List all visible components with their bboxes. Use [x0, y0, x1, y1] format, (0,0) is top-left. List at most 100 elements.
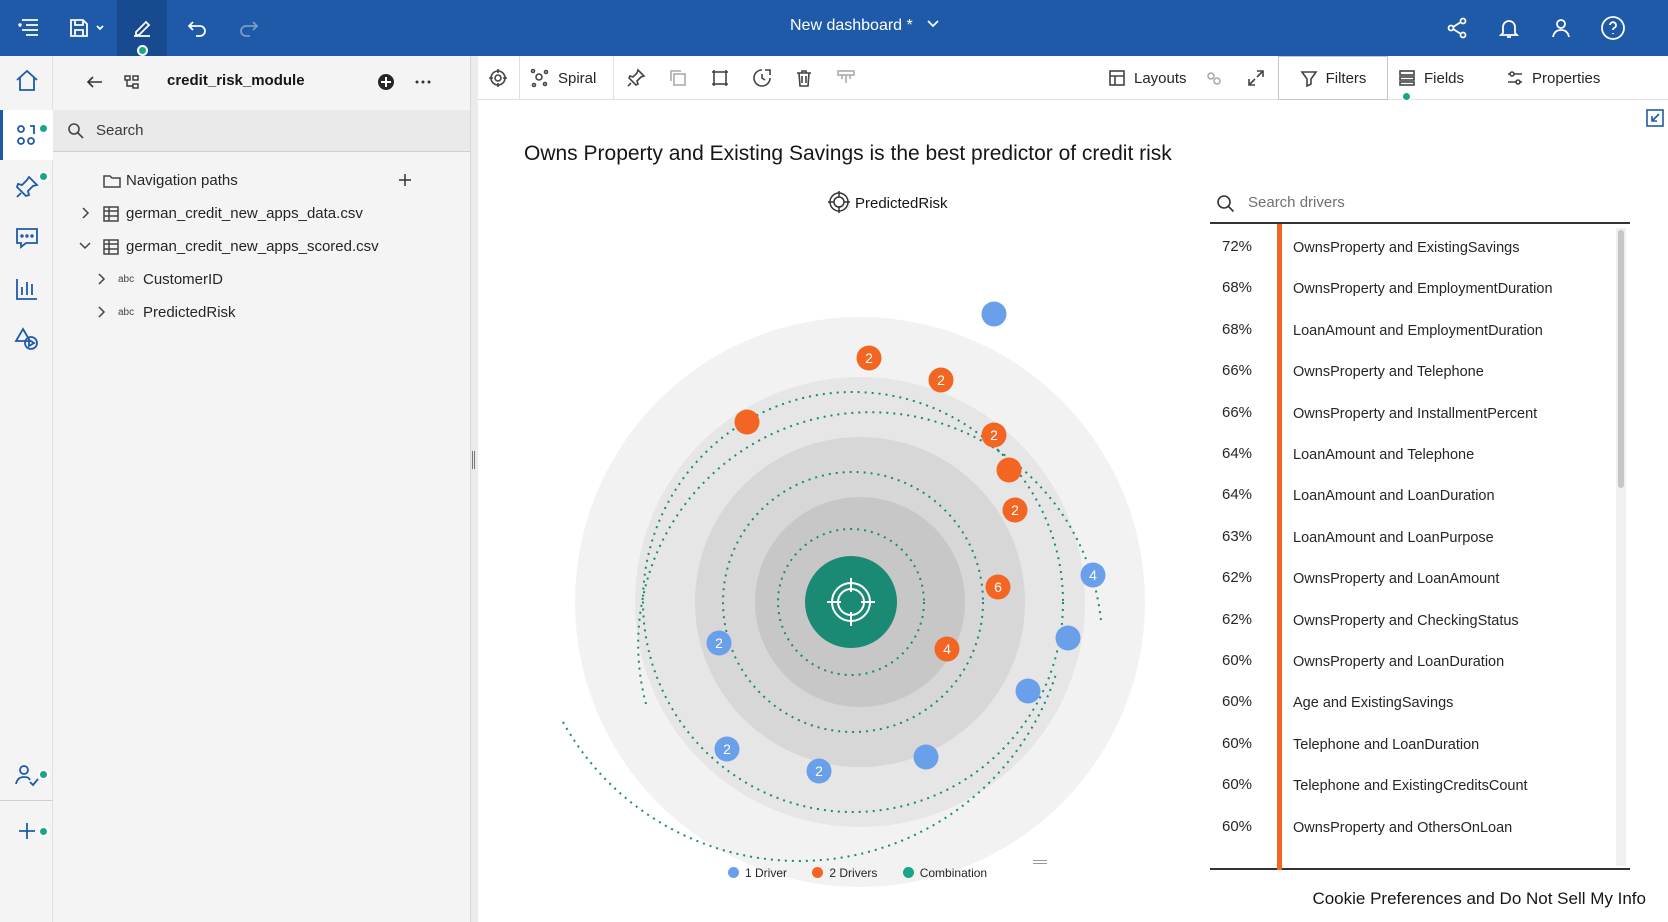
- legend-item-two-drivers[interactable]: 2 Drivers: [812, 866, 877, 880]
- driver-node-label: 2: [990, 427, 998, 443]
- driver-node[interactable]: 2: [981, 422, 1007, 448]
- help-icon[interactable]: [1588, 0, 1638, 56]
- driver-node[interactable]: [734, 409, 760, 435]
- redo-icon[interactable]: [224, 0, 274, 56]
- driver-name: OwnsProperty and LoanAmount: [1293, 571, 1500, 588]
- driver-row[interactable]: 72% OwnsProperty and ExistingSavings: [1210, 226, 1610, 270]
- driver-node[interactable]: 2: [928, 367, 954, 393]
- drag-handle-icon[interactable]: [472, 451, 475, 469]
- pin-icon[interactable]: [626, 56, 646, 100]
- visualization-type-icon[interactable]: [488, 56, 508, 100]
- cookie-preferences-link[interactable]: Cookie Preferences and Do Not Sell My In…: [1304, 889, 1646, 909]
- data-sources-icon[interactable]: [0, 110, 53, 160]
- driver-row[interactable]: 64% LoanAmount and Telephone: [1210, 433, 1610, 477]
- connect-icon[interactable]: [1204, 56, 1224, 100]
- drivers-list-panel: Search drivers 72% OwnsProperty and Exist…: [1210, 184, 1630, 914]
- fields-icon: [1399, 70, 1415, 86]
- drivers-scroll-thumb[interactable]: [1618, 230, 1624, 488]
- driver-node[interactable]: 2: [714, 736, 740, 762]
- overflow-menu-icon[interactable]: [413, 72, 433, 92]
- tree-item-table[interactable]: german_credit_new_apps_scored.csv: [53, 230, 470, 264]
- tree-item-navigation-paths[interactable]: Navigation paths: [53, 164, 470, 198]
- plus-icon[interactable]: [397, 172, 413, 188]
- visualization-switcher[interactable]: Spiral: [530, 56, 596, 100]
- driver-node[interactable]: [1015, 678, 1041, 704]
- driver-node[interactable]: 6: [985, 574, 1011, 600]
- undo-icon[interactable]: [172, 0, 222, 56]
- driver-node[interactable]: [996, 457, 1022, 483]
- driver-row[interactable]: 60% Age and ExistingSavings: [1210, 681, 1610, 725]
- dashboard-title[interactable]: New dashboard *: [790, 17, 941, 35]
- driver-node[interactable]: [1055, 625, 1081, 651]
- snapshot-icon[interactable]: [752, 56, 772, 100]
- share-icon[interactable]: [1432, 0, 1482, 56]
- driver-percent: 60%: [1222, 734, 1253, 752]
- driver-row[interactable]: 60% Telephone and LoanDuration: [1210, 723, 1610, 767]
- driver-node[interactable]: 2: [706, 630, 732, 656]
- driver-name: OwnsProperty and Telephone: [1293, 364, 1484, 381]
- driver-node[interactable]: 4: [1080, 562, 1106, 588]
- target-node[interactable]: [805, 556, 897, 648]
- driver-percent: 60%: [1222, 652, 1253, 669]
- driver-node[interactable]: [981, 301, 1007, 327]
- comment-icon[interactable]: [0, 213, 53, 263]
- tree-item-column[interactable]: abc PredictedRisk: [53, 296, 470, 330]
- select-frame-icon[interactable]: [710, 56, 730, 100]
- layouts-button[interactable]: Layouts: [1108, 56, 1187, 100]
- driver-node[interactable]: 2: [856, 345, 882, 371]
- driver-row[interactable]: 66% OwnsProperty and Telephone: [1210, 350, 1610, 394]
- driver-row[interactable]: 60% Telephone and ExistingCreditsCount: [1210, 764, 1610, 808]
- driver-row[interactable]: 62% OwnsProperty and CheckingStatus: [1210, 599, 1610, 643]
- driver-row[interactable]: 68% OwnsProperty and EmploymentDuration: [1210, 267, 1610, 311]
- driver-node-label: 4: [1089, 567, 1097, 583]
- chevron-right-icon[interactable]: [95, 272, 107, 286]
- chart-icon[interactable]: [0, 264, 53, 314]
- driver-row[interactable]: 62% OwnsProperty and LoanAmount: [1210, 557, 1610, 601]
- driver-row[interactable]: 60% OwnsProperty and LoanDuration: [1210, 640, 1610, 684]
- filters-button[interactable]: Filters: [1278, 56, 1388, 100]
- driver-row[interactable]: 64% LoanAmount and LoanDuration: [1210, 474, 1610, 518]
- notification-icon[interactable]: [1484, 0, 1534, 56]
- top-bar: New dashboard *: [0, 0, 1668, 56]
- panel-search[interactable]: Search: [53, 110, 470, 152]
- menu-icon[interactable]: [8, 0, 52, 56]
- chevron-right-icon[interactable]: [79, 206, 91, 220]
- drill-icon[interactable]: [836, 56, 856, 100]
- copy-icon[interactable]: [668, 56, 688, 100]
- back-arrow-icon[interactable]: [85, 72, 105, 92]
- legend-item-one-driver[interactable]: 1 Driver: [728, 866, 787, 880]
- chevron-right-icon[interactable]: [95, 305, 107, 319]
- expand-icon[interactable]: [1246, 56, 1266, 100]
- driver-node[interactable]: 2: [806, 758, 832, 784]
- collapse-widget-icon[interactable]: [1645, 108, 1665, 128]
- table-icon: [103, 206, 119, 222]
- driver-row[interactable]: 68% LoanAmount and EmploymentDuration: [1210, 309, 1610, 353]
- chevron-down-icon[interactable]: [78, 240, 92, 252]
- home-icon[interactable]: [0, 56, 53, 106]
- chevron-down-icon[interactable]: [925, 18, 941, 30]
- tree-item-column[interactable]: abc CustomerID: [53, 263, 470, 297]
- driver-node[interactable]: 4: [934, 636, 960, 662]
- pin-icon[interactable]: [0, 162, 53, 212]
- driver-node[interactable]: 2: [1002, 497, 1028, 523]
- add-circle-icon[interactable]: [376, 72, 396, 92]
- properties-button[interactable]: Properties: [1506, 56, 1600, 100]
- tree-item-label: german_credit_new_apps_data.csv: [126, 205, 363, 222]
- driver-row[interactable]: 60% OwnsProperty and OthersOnLoan: [1210, 806, 1610, 850]
- driver-node[interactable]: [913, 744, 939, 770]
- search-drivers-input[interactable]: Search drivers: [1210, 184, 1630, 224]
- driver-row[interactable]: 66% OwnsProperty and InstallmentPercent: [1210, 392, 1610, 436]
- delete-icon[interactable]: [794, 56, 814, 100]
- spiral-driver-chart: 4 2 2 2 2 2 2 2 6 4: [562, 301, 1145, 887]
- visualization-label: Spiral: [558, 69, 597, 87]
- legend-item-combination[interactable]: Combination: [902, 866, 987, 880]
- panel-header: credit_risk_module: [53, 56, 470, 108]
- search-icon: [68, 123, 84, 139]
- tree-item-table[interactable]: german_credit_new_apps_data.csv: [53, 197, 470, 231]
- resize-handle-icon[interactable]: [1033, 860, 1047, 864]
- user-icon[interactable]: [1536, 0, 1586, 56]
- save-icon[interactable]: [62, 0, 112, 56]
- panel-splitter[interactable]: [470, 56, 478, 922]
- driver-row[interactable]: 63% LoanAmount and LoanPurpose: [1210, 516, 1610, 560]
- assistant-icon[interactable]: [0, 314, 53, 364]
